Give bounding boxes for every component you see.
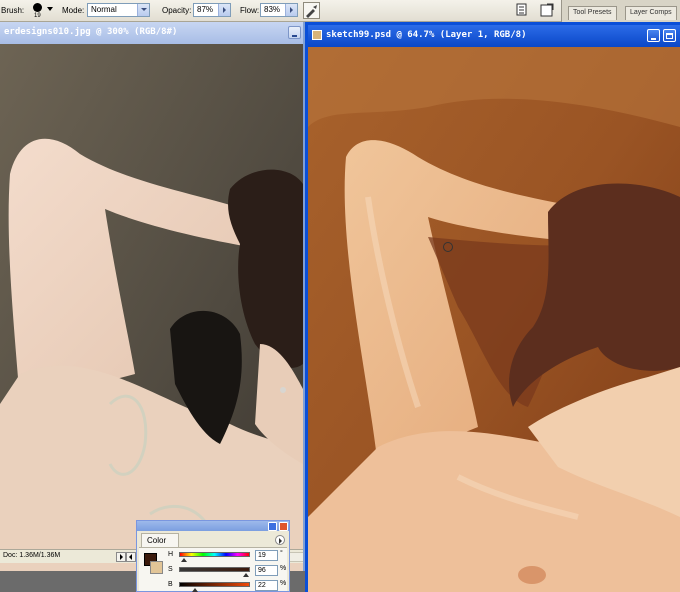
window-titlebar[interactable]: sketch99.psd @ 64.7% (Layer 1, RGB/8) [308,25,680,47]
hue-label: H [168,551,174,558]
palette-body: H 19 ° S 96 % B 22 % [139,547,287,592]
document-size-info: Doc: 1.36M/1.36M [3,552,61,559]
opacity-slider-arrow-icon[interactable] [218,4,230,16]
hue-unit: ° [280,550,283,557]
file-browser-icon[interactable] [514,2,529,19]
airbrush-icon[interactable] [303,2,320,19]
hue-slider[interactable] [179,552,250,562]
toggle-palettes-icon[interactable] [538,2,555,19]
mode-value: Normal [91,5,117,14]
reference-photo-window[interactable]: erdesigns010.jpg @ 300% (RGB/8#) Doc: 1.… [0,22,305,571]
minimize-icon[interactable] [647,29,660,42]
brush-preview-icon[interactable] [33,3,42,12]
tab-color[interactable]: Color [141,533,179,547]
flow-field[interactable]: 83% [260,3,298,17]
brush-size: 19 [34,13,41,19]
opacity-label: Opacity: [162,6,192,15]
color-palette[interactable]: Color H 19 ° S 96 % B 22 % [136,520,290,592]
brightness-slider-knob[interactable] [192,588,199,592]
chevron-down-icon[interactable] [137,4,149,16]
tab-tool-presets[interactable]: Tool Presets [568,6,617,20]
window-title: erdesigns010.jpg @ 300% (RGB/8#) [4,27,178,37]
painting-window[interactable]: sketch99.psd @ 64.7% (Layer 1, RGB/8) [305,22,680,592]
tab-layer-comps[interactable]: Layer Comps [625,6,677,20]
document-icon [312,30,322,40]
maximize-icon[interactable] [663,29,676,42]
saturation-slider[interactable] [179,567,250,577]
window-title: sketch99.psd @ 64.7% (Layer 1, RGB/8) [326,30,527,40]
scroll-left-arrow-icon[interactable] [126,552,136,562]
painting-canvas[interactable] [308,47,680,592]
flow-value: 83% [264,5,281,14]
mode-select[interactable]: Normal [87,3,150,17]
brightness-unit: % [280,580,287,587]
hue-value[interactable]: 19 [255,550,278,561]
palette-menu-icon[interactable] [275,535,285,545]
window-titlebar[interactable]: erdesigns010.jpg @ 300% (RGB/8#) [0,22,303,44]
brightness-label: B [168,581,173,588]
brightness-slider[interactable] [179,582,250,592]
saturation-value[interactable]: 96 [255,565,278,576]
background-color-swatch[interactable] [150,561,163,574]
minimize-icon[interactable] [288,26,301,39]
close-icon[interactable] [279,522,288,531]
mode-label: Mode: [62,6,85,15]
hue-slider-knob[interactable] [180,558,187,562]
minimize-icon[interactable] [268,522,277,531]
palette-titlebar[interactable] [137,521,289,531]
options-bar: Brush: 19 Mode: Normal Opacity: 87% Flow… [0,0,680,22]
saturation-slider-knob[interactable] [243,573,250,577]
brush-label: Brush: [1,6,25,15]
saturation-label: S [168,566,173,573]
reference-photo [0,44,303,571]
opacity-value: 87% [197,5,214,14]
flow-slider-arrow-icon[interactable] [285,4,297,16]
opacity-field[interactable]: 87% [193,3,231,17]
brightness-value[interactable]: 22 [255,580,278,591]
brush-picker-arrow-icon[interactable] [47,7,53,11]
palette-well: Tool Presets Layer Comps [561,0,680,22]
status-menu-arrow-icon[interactable] [116,552,126,562]
flow-label: Flow: [240,6,260,15]
painting-artwork [308,47,680,592]
photo-canvas[interactable] [0,44,303,571]
saturation-unit: % [280,565,287,572]
